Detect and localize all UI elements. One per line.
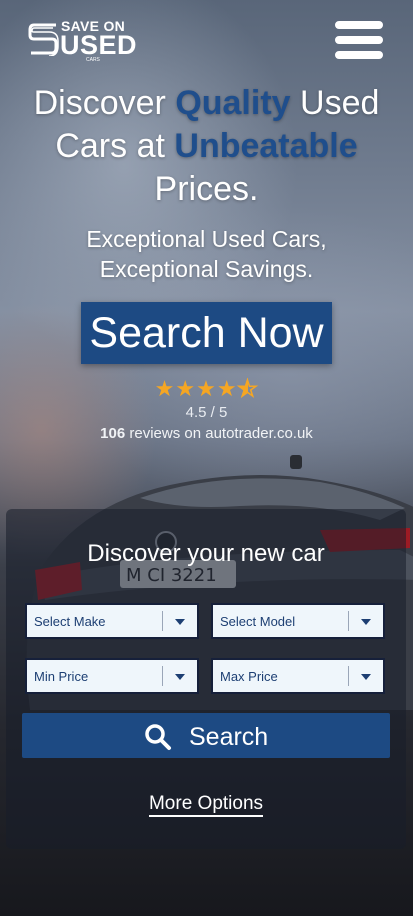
headline-accent: Quality (175, 84, 291, 122)
star-icon: ★ (154, 376, 176, 401)
select-divider (348, 666, 349, 686)
make-select-value: Select Make (34, 614, 106, 629)
review-count: 106 (100, 425, 126, 442)
hero-headline: Discover Quality Used Cars at Unbeatable… (0, 82, 413, 211)
review-count-text: 106 reviews on autotrader.co.uk (0, 425, 413, 442)
max-price-select[interactable]: Max Price (211, 658, 385, 694)
search-now-button[interactable]: Search Now (81, 302, 332, 364)
rating-score: 4.5 / 5 (185, 404, 228, 421)
hero-section: Discover Quality Used Cars at Unbeatable… (0, 82, 413, 442)
min-price-value: Min Price (34, 669, 89, 684)
hamburger-menu-icon[interactable] (335, 21, 383, 59)
logo-s-mark-icon (28, 23, 59, 56)
min-price-select[interactable]: Min Price (25, 658, 199, 694)
make-select[interactable]: Select Make (25, 603, 199, 639)
half-star-icon: ★ (237, 377, 259, 401)
model-select[interactable]: Select Model (211, 603, 385, 639)
select-divider (162, 611, 163, 631)
search-icon (145, 724, 171, 750)
max-price-value: Max Price (220, 669, 278, 684)
star-rating: ★★★★★ (0, 376, 413, 401)
brand-logo[interactable]: SAVE ON USED CARS (28, 18, 137, 66)
more-options-row: More Options (6, 793, 406, 817)
star-icon: ★ (196, 376, 217, 401)
star-icon: ★ (216, 376, 238, 401)
car-search-panel: Discover your new car Select Make Select… (6, 509, 406, 849)
site-header: SAVE ON USED CARS (0, 0, 413, 72)
more-options-link[interactable]: More Options (148, 793, 264, 817)
menu-bar (335, 36, 383, 44)
chevron-down-icon (361, 619, 371, 625)
search-panel-title: Discover your new car (87, 540, 325, 567)
rating-block: ★★★★★ 4.5 / 5 106 reviews on autotrader.… (0, 376, 413, 442)
menu-bar (335, 21, 383, 29)
select-divider (162, 666, 163, 686)
chevron-down-icon (175, 619, 185, 625)
model-select-value: Select Model (220, 614, 296, 629)
select-divider (348, 611, 349, 631)
logo-line-3: CARS (86, 57, 100, 63)
headline-text: Discover (33, 84, 176, 122)
hero-subheadline: Exceptional Used Cars, Exceptional Savin… (86, 226, 327, 282)
headline-accent: Unbeatable (174, 127, 358, 165)
star-icon: ★ (175, 376, 197, 401)
review-source: reviews on autotrader.co.uk (125, 425, 313, 442)
headline-text: Prices. (154, 170, 259, 208)
search-button[interactable]: Search (22, 713, 390, 758)
chevron-down-icon (361, 674, 371, 680)
search-button-label: Search (189, 723, 269, 751)
menu-bar (335, 51, 383, 59)
chevron-down-icon (175, 674, 185, 680)
